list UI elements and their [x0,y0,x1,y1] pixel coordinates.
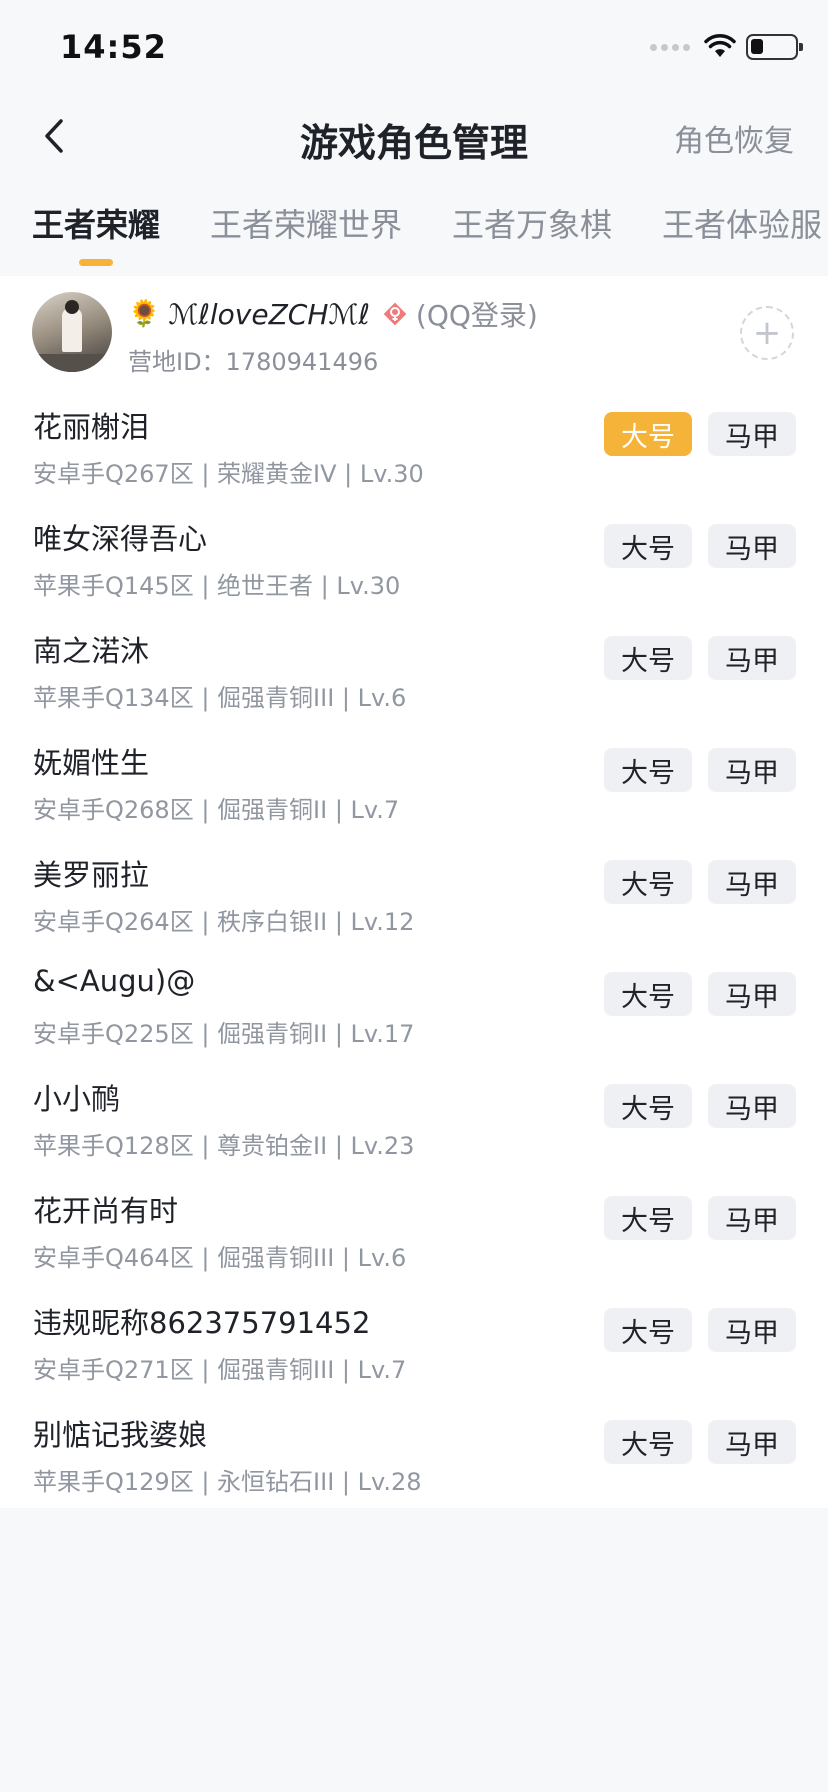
set-main-account-button[interactable]: 大号 [604,412,692,456]
role-row[interactable]: 花开尚有时安卓手Q464区 | 倔强青铜III | Lv.6 大号 马甲 [0,1172,828,1284]
set-main-account-button[interactable]: 大号 [604,524,692,568]
role-info: 苹果手Q129区 | 永恒钻石III | Lv.28 [33,1468,422,1496]
set-main-account-button[interactable]: 大号 [604,860,692,904]
tab-experience-server[interactable]: 王者体验服 [662,186,822,276]
role-row[interactable]: 花丽榭泪安卓手Q267区 | 荣耀黄金IV | Lv.30 大号 马甲 [0,388,828,500]
role-name: 美罗丽拉 [33,858,150,892]
role-name: &<Augu)@ [33,964,196,998]
role-info: 安卓手Q267区 | 荣耀黄金IV | Lv.30 [33,460,424,488]
set-alt-account-button[interactable]: 马甲 [708,1196,796,1240]
role-row[interactable]: &<Augu)@ 安卓手Q225区 | 倔强青铜II | Lv.17 大号 马甲 [0,948,828,1060]
set-alt-account-button[interactable]: 马甲 [708,524,796,568]
role-info: 苹果手Q134区 | 倔强青铜III | Lv.6 [33,684,407,712]
set-main-account-button[interactable]: 大号 [604,1084,692,1128]
set-main-account-button[interactable]: 大号 [604,748,692,792]
female-icon [383,302,407,326]
set-alt-account-button[interactable]: 马甲 [708,748,796,792]
role-info: 安卓手Q264区 | 秩序白银II | Lv.12 [33,908,415,936]
role-info: 安卓手Q268区 | 倔强青铜II | Lv.7 [33,796,400,824]
back-button[interactable] [28,110,80,162]
role-card: 🌻 ℳℓloveZCHℳℓ (QQ登录) 营地ID：1780941496 + 花… [0,276,828,1508]
login-type: (QQ登录) [415,299,538,332]
status-icons [650,34,803,60]
role-row[interactable]: 别惦记我婆娘苹果手Q129区 | 永恒钻石III | Lv.28 大号 马甲 [0,1396,828,1508]
set-alt-account-button[interactable]: 马甲 [708,972,796,1016]
restore-role-button[interactable]: 角色恢复 [674,116,794,160]
role-row[interactable]: 违规昵称862375791452 安卓手Q271区 | 倔强青铜III | Lv.… [0,1284,828,1396]
role-info: 安卓手Q225区 | 倔强青铜II | Lv.17 [33,1020,415,1048]
avatar[interactable] [32,292,112,372]
account-name-row: 🌻 ℳℓloveZCHℳℓ (QQ登录) [128,294,538,334]
role-info: 苹果手Q128区 | 尊贵铂金II | Lv.23 [33,1132,415,1160]
role-name: 小小鸸 [33,1082,121,1116]
tab-honor-of-kings-world[interactable]: 王者荣耀世界 [210,186,402,276]
role-name: 妩媚性生 [33,746,150,780]
role-info: 安卓手Q464区 | 倔强青铜III | Lv.6 [33,1244,407,1272]
add-role-button[interactable]: + [740,306,794,360]
role-row[interactable]: 小小鸸苹果手Q128区 | 尊贵铂金II | Lv.23 大号 马甲 [0,1060,828,1172]
sunflower-icon: 🌻 [128,299,161,329]
role-name: 唯女深得吾心 [33,522,208,556]
plus-icon: + [752,313,782,353]
role-row[interactable]: 妩媚性生安卓手Q268区 | 倔强青铜II | Lv.7 大号 马甲 [0,724,828,836]
wifi-icon [704,34,736,57]
role-row[interactable]: 唯女深得吾心苹果手Q145区 | 绝世王者 | Lv.30 大号 马甲 [0,500,828,612]
set-alt-account-button[interactable]: 马甲 [708,412,796,456]
account-header: 🌻 ℳℓloveZCHℳℓ (QQ登录) 营地ID：1780941496 + [0,276,828,388]
role-row[interactable]: 南之渃沐苹果手Q134区 | 倔强青铜III | Lv.6 大号 马甲 [0,612,828,724]
battery-icon [746,34,803,60]
role-row[interactable]: 美罗丽拉安卓手Q264区 | 秩序白银II | Lv.12 大号 马甲 [0,836,828,948]
role-name: 花开尚有时 [33,1194,179,1228]
set-main-account-button[interactable]: 大号 [604,1196,692,1240]
tab-honor-chess[interactable]: 王者万象棋 [452,186,612,276]
set-alt-account-button[interactable]: 马甲 [708,1308,796,1352]
role-name: 南之渃沐 [33,634,150,668]
role-name: 花丽榭泪 [33,410,150,444]
role-info: 苹果手Q145区 | 绝世王者 | Lv.30 [33,572,401,600]
role-name: 别惦记我婆娘 [33,1418,208,1452]
set-main-account-button[interactable]: 大号 [604,636,692,680]
chevron-left-icon [45,119,63,153]
set-alt-account-button[interactable]: 马甲 [708,1084,796,1128]
role-info: 安卓手Q271区 | 倔强青铜III | Lv.7 [33,1356,407,1384]
status-time: 14:52 [60,28,167,66]
account-name: ℳℓloveZCHℳℓ [168,297,370,331]
set-alt-account-button[interactable]: 马甲 [708,1420,796,1464]
set-alt-account-button[interactable]: 马甲 [708,860,796,904]
set-main-account-button[interactable]: 大号 [604,1420,692,1464]
set-alt-account-button[interactable]: 马甲 [708,636,796,680]
camp-id: 营地ID：1780941496 [128,348,379,376]
status-bar: 14:52 [0,0,828,96]
game-tabs: 王者荣耀 王者荣耀世界 王者万象棋 王者体验服 [0,186,828,276]
role-list: 花丽榭泪 安卓手Q267区 | 荣耀黄金IV | Lv.30 大号 马甲 唯女深得吾心苹… [0,388,828,1508]
role-name: 违规昵称862375791452 [33,1306,371,1340]
set-main-account-button[interactable]: 大号 [604,972,692,1016]
set-main-account-button[interactable]: 大号 [604,1308,692,1352]
nav-bar: 游戏角色管理 角色恢复 [0,96,828,176]
tab-honor-of-kings[interactable]: 王者荣耀 [32,186,160,276]
signal-icon [650,43,690,51]
